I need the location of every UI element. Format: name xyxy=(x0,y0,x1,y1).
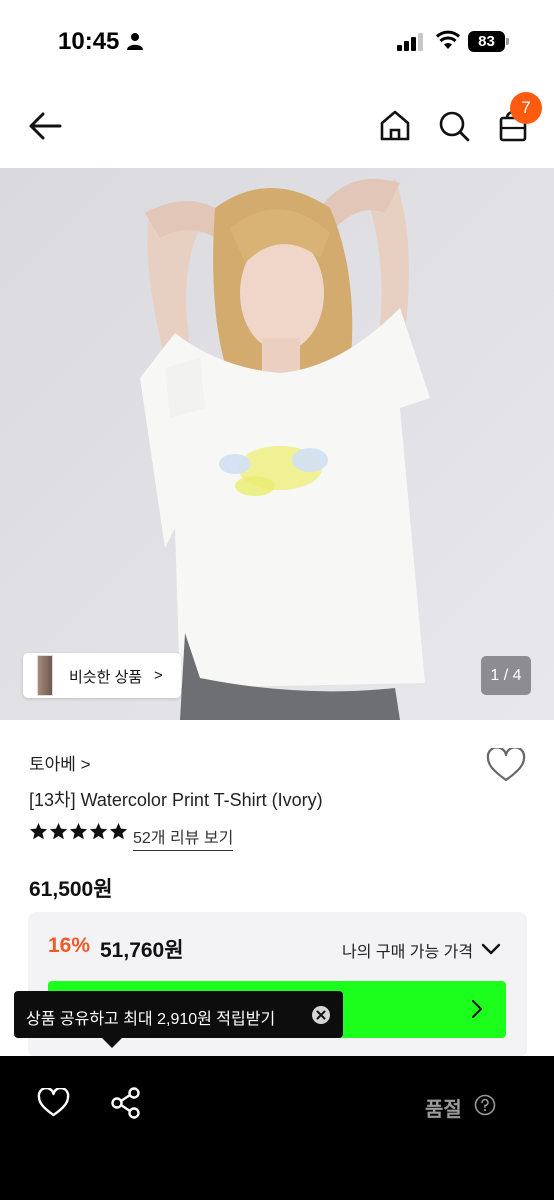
chevron-right-icon: > xyxy=(154,667,163,684)
model-photo xyxy=(0,168,554,720)
product-image[interactable]: 비슷한 상품 > 1 / 4 xyxy=(0,168,554,720)
tooltip-text: 상품 공유하고 최대 2,910원 적립받기 xyxy=(26,1011,276,1028)
wifi-icon xyxy=(436,30,460,49)
back-arrow-icon[interactable] xyxy=(24,106,66,146)
share-reward-tooltip: 상품 공유하고 최대 2,910원 적립받기 xyxy=(14,991,343,1038)
share-icon[interactable] xyxy=(110,1086,142,1120)
home-icon[interactable] xyxy=(376,106,414,146)
original-price: 61,500원 xyxy=(29,878,113,901)
rating-stars xyxy=(29,822,129,844)
star-icon xyxy=(69,822,88,840)
cellular-signal-icon xyxy=(397,33,423,51)
similar-products-button[interactable]: 비슷한 상품 > xyxy=(23,653,181,698)
star-icon xyxy=(89,822,108,840)
chevron-right-icon xyxy=(472,1000,482,1018)
help-icon[interactable] xyxy=(474,1094,496,1116)
similar-product-thumbnail xyxy=(37,655,53,696)
search-icon[interactable] xyxy=(435,106,473,146)
product-title: [13차] Watercolor Print T-Shirt (Ivory) xyxy=(29,790,323,810)
battery-tip xyxy=(506,38,509,45)
person-icon xyxy=(127,33,143,50)
my-price-label[interactable]: 나의 구매 가능 가격 xyxy=(342,938,473,962)
brand-link[interactable]: 토아베 > xyxy=(29,750,91,775)
cart-count-badge: 7 xyxy=(510,92,542,124)
star-icon xyxy=(29,822,48,840)
tooltip-arrow xyxy=(102,1038,122,1048)
status-time: 10:45 xyxy=(58,28,120,55)
similar-products-label: 비슷한 상품 xyxy=(69,669,143,686)
star-icon xyxy=(109,822,128,840)
bottom-action-bar: 품절 xyxy=(0,1056,554,1200)
wishlist-heart-icon[interactable] xyxy=(486,748,526,784)
soldout-label: 품절 xyxy=(425,1099,462,1121)
discount-rate: 16% xyxy=(48,934,91,957)
discount-price: 51,760원 xyxy=(100,939,184,962)
image-page-counter: 1 / 4 xyxy=(481,656,531,695)
review-link[interactable]: 52개 리뷰 보기 xyxy=(133,824,234,851)
chevron-down-icon[interactable] xyxy=(480,939,502,959)
status-bar: 10:45 83 xyxy=(0,0,554,84)
heart-icon[interactable] xyxy=(37,1088,70,1118)
battery-level: 83 xyxy=(468,31,505,52)
star-icon xyxy=(49,822,68,840)
battery-indicator: 83 xyxy=(468,31,510,52)
top-navigation xyxy=(0,84,554,168)
close-icon[interactable] xyxy=(311,1005,331,1025)
